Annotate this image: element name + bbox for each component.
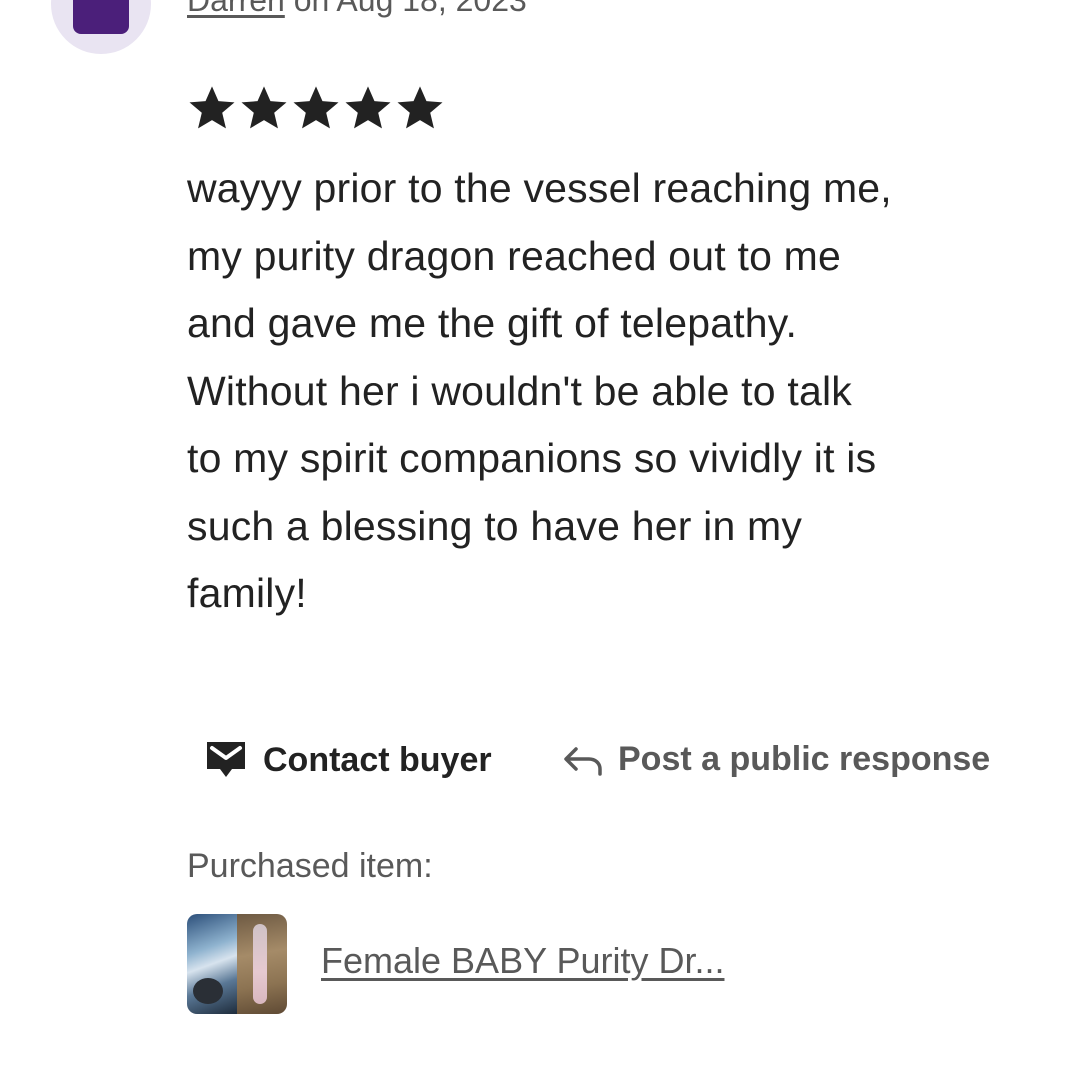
purchased-item-label: Purchased item: (187, 847, 433, 885)
star-icon (345, 86, 391, 129)
thumbnail-dragon-image (187, 914, 237, 1014)
review-date: on Aug 18, 2023 (284, 0, 527, 18)
star-icon (241, 86, 287, 129)
star-rating (187, 83, 445, 135)
review-text: wayyy prior to the vessel reaching me, m… (187, 165, 892, 616)
reply-arrow-icon (564, 746, 602, 776)
avatar (51, 0, 151, 54)
star-icon (397, 86, 443, 129)
purchased-item-link[interactable]: Female BABY Purity Dr... (321, 940, 724, 982)
thumbnail-vessel-image (237, 914, 287, 1014)
post-public-response-label: Post a public response (618, 740, 991, 778)
mail-icon (207, 742, 245, 777)
reviewer-line: Darren on Aug 18, 2023 (187, 0, 527, 19)
star-icon (189, 86, 235, 129)
post-public-response-button[interactable]: Post a public response (562, 740, 990, 779)
contact-buyer-button[interactable]: Contact buyer (205, 740, 492, 780)
star-icon (293, 86, 339, 129)
review-card: Darren on Aug 18, 2023 wayyy prior to th… (0, 0, 1080, 1080)
reviewer-name-link[interactable]: Darren (187, 0, 285, 18)
purchased-item-thumbnail[interactable] (187, 914, 287, 1014)
avatar-image (73, 0, 129, 34)
review-actions: Contact buyer Post a public response (0, 735, 1080, 795)
contact-buyer-label: Contact buyer (263, 740, 492, 779)
